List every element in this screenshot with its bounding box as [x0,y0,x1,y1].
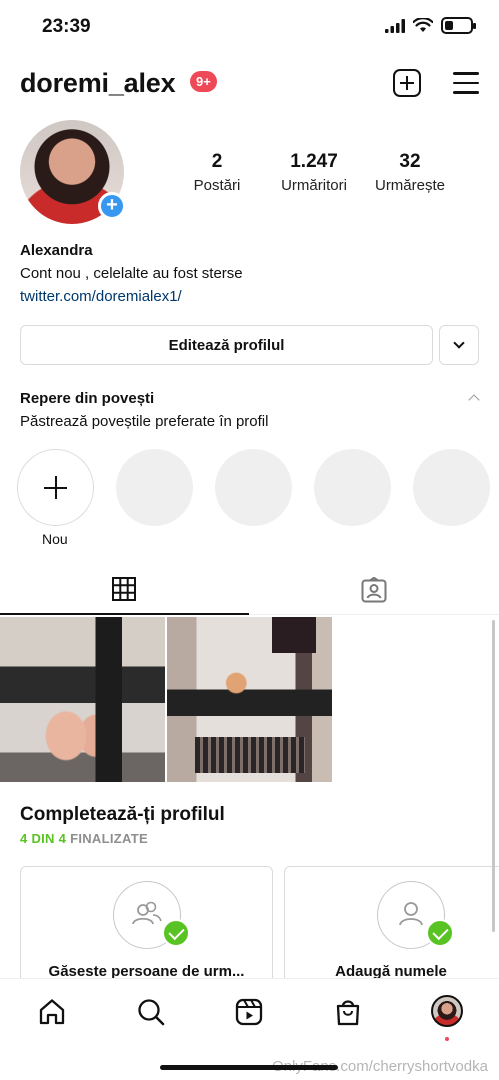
profile-username[interactable]: doremi_alex [20,68,176,99]
reels-icon[interactable] [234,997,264,1027]
highlights-subtitle: Păstrează poveștile preferate în profil [20,413,269,430]
posts-count: 2 [211,151,223,172]
wifi-icon [413,18,433,32]
profile-name: Alexandra [20,242,93,259]
following-count: 32 [399,151,421,172]
status-icons [385,17,476,34]
complete-profile-title: Completează-ți profilul [20,804,225,825]
battery-level [445,21,453,30]
scrollbar[interactable] [492,620,495,932]
activity-dot [445,1037,449,1041]
progress-label: FINALIZATE [70,831,148,846]
complete-profile-progress: 4 DIN 4 FINALIZATE [20,831,148,846]
chevron-down-icon [453,337,465,349]
new-post-icon[interactable] [393,69,421,97]
post-thumbnail[interactable] [0,617,165,782]
battery-icon [441,17,476,34]
add-story-icon[interactable]: + [98,192,126,220]
check-icon [162,919,190,947]
check-icon [426,919,454,947]
grid-icon[interactable] [112,577,136,601]
profile-bio: Cont nou , celelalte au fost sterse [20,265,243,282]
new-highlight-button[interactable] [17,449,94,526]
active-tab-indicator [0,613,249,615]
highlight-placeholder [413,449,490,526]
highlights-title: Repere din povești [20,390,155,407]
profile-link[interactable]: twitter.com/doremialex1/ [20,288,182,305]
progress-count: 4 DIN 4 [20,831,67,846]
notification-badge[interactable]: 9+ [190,71,217,92]
profile-tab-avatar[interactable] [431,995,463,1027]
post-thumbnail[interactable] [167,617,332,782]
tagged-icon[interactable] [361,577,387,603]
followers-count: 1.247 [290,151,338,172]
posts-stat[interactable]: 2 Postări [186,151,248,194]
signal-icon [385,18,405,33]
highlight-placeholder [116,449,193,526]
posts-label: Postări [193,177,241,194]
highlight-placeholder [314,449,391,526]
highlight-placeholder [215,449,292,526]
edit-profile-button[interactable]: Editează profilul [20,325,433,365]
home-indicator[interactable] [160,1065,338,1070]
shop-icon[interactable] [333,997,363,1027]
menu-icon[interactable] [453,72,479,94]
search-icon[interactable] [136,997,166,1027]
followers-stat[interactable]: 1.247 Urmăritori [271,151,357,194]
new-highlight-label: Nou [42,531,68,547]
suggestions-dropdown-button[interactable] [439,325,479,365]
status-time: 23:39 [42,16,91,37]
home-icon[interactable] [37,997,67,1027]
following-stat[interactable]: 32 Urmărește [366,151,454,194]
followers-label: Urmăritori [281,177,347,194]
following-label: Urmărește [374,177,445,194]
chevron-up-icon[interactable] [468,394,480,406]
